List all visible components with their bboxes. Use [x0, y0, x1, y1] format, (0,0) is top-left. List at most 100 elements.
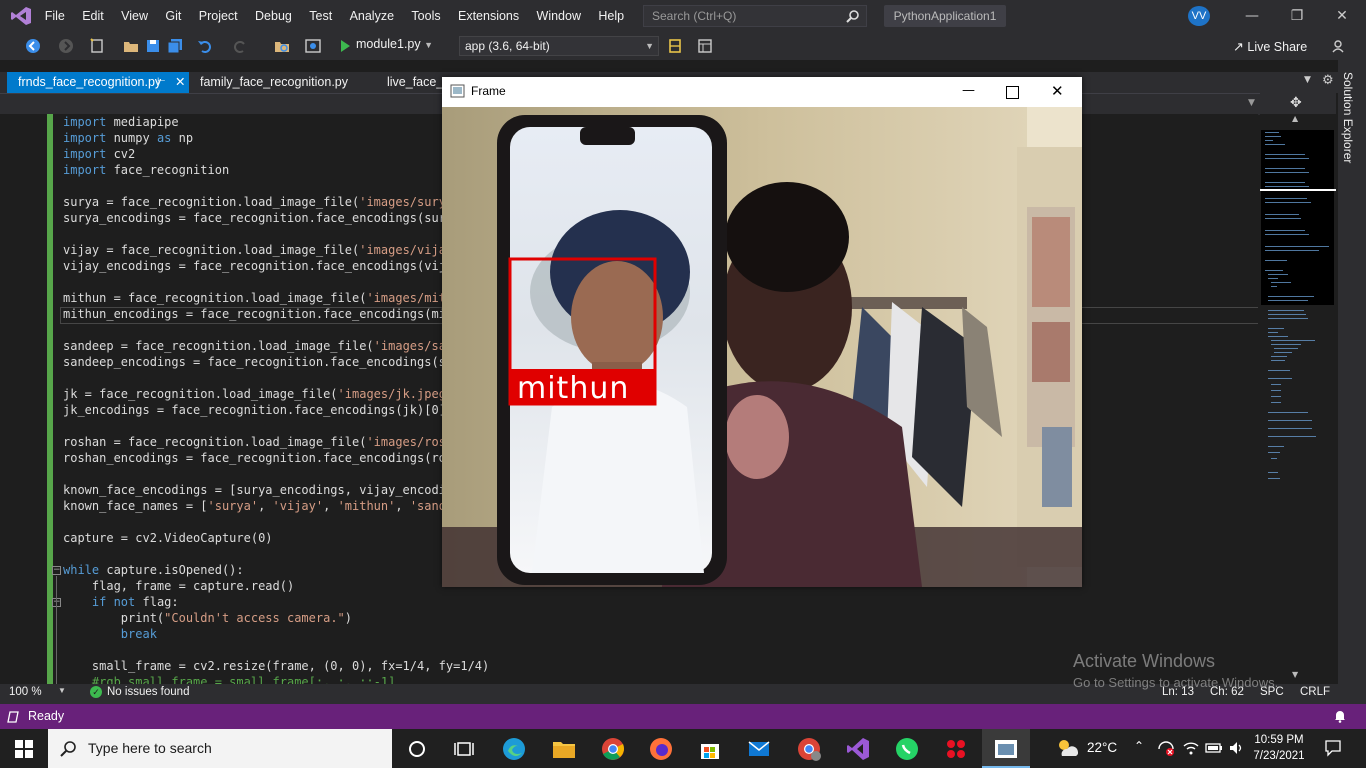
- edge-icon[interactable]: [501, 736, 527, 762]
- firefox-icon[interactable]: [648, 736, 674, 762]
- layout-icon[interactable]: [697, 38, 713, 54]
- webcam-image: mithun: [442, 107, 1082, 587]
- tab-family-face-recognition[interactable]: family_face_recognition.py: [189, 72, 349, 93]
- code-line: while capture.isOpened():: [63, 563, 244, 577]
- feedback-icon[interactable]: [1330, 38, 1346, 54]
- minimize-icon[interactable]: —: [1240, 6, 1264, 26]
- visual-studio-logo-icon[interactable]: [10, 6, 32, 26]
- find-in-files-icon[interactable]: [273, 37, 291, 55]
- taskbar-search-placeholder: Type here to search: [88, 740, 212, 756]
- menu-project[interactable]: Project: [190, 9, 246, 23]
- chevron-down-icon[interactable]: ▼: [58, 686, 66, 695]
- forward-icon[interactable]: [57, 37, 75, 55]
- search-icon: [846, 10, 859, 23]
- show-hidden-icons-icon[interactable]: ⌃: [1134, 739, 1144, 753]
- save-all-icon[interactable]: [166, 37, 184, 55]
- code-line: import mediapipe: [63, 115, 179, 129]
- activate-subtitle: Go to Settings to activate Windows.: [1073, 675, 1279, 690]
- menu-git[interactable]: Git: [157, 9, 190, 23]
- system-clock[interactable]: 10:59 PM 7/23/2021: [1247, 732, 1311, 764]
- start-icon[interactable]: [336, 37, 354, 55]
- chevron-down-icon[interactable]: ▼: [1248, 98, 1255, 108]
- close-tab-icon[interactable]: ✕: [175, 72, 185, 92]
- close-icon[interactable]: ✕: [1330, 6, 1354, 26]
- frame-minimize-icon[interactable]: —: [962, 83, 975, 98]
- frame-window-title: Frame: [471, 84, 506, 98]
- file-explorer-icon[interactable]: [551, 736, 577, 762]
- menu-file[interactable]: File: [36, 9, 74, 23]
- weather-icon[interactable]: [1055, 737, 1081, 759]
- notifications-icon[interactable]: [1333, 709, 1347, 723]
- menu-test[interactable]: Test: [301, 9, 341, 23]
- open-folder-icon[interactable]: [122, 37, 140, 55]
- code-line: surya_encodings = face_recognition.face_…: [63, 211, 454, 225]
- whatsapp-icon[interactable]: [894, 736, 920, 762]
- code-line: jk = face_recognition.load_image_file('i…: [63, 387, 454, 401]
- save-icon[interactable]: [144, 37, 162, 55]
- extension-icon[interactable]: [667, 38, 683, 54]
- menu-analyze[interactable]: Analyze: [341, 9, 403, 23]
- collapse-icon[interactable]: −: [52, 566, 61, 575]
- frame-window-taskbar-icon[interactable]: [993, 736, 1019, 762]
- microsoft-store-icon[interactable]: [697, 736, 723, 762]
- settings-icon[interactable]: ⚙: [1322, 73, 1334, 88]
- menu-window[interactable]: Window: [528, 9, 590, 23]
- user-avatar[interactable]: VV: [1188, 6, 1210, 26]
- chrome-profile-icon[interactable]: [796, 736, 822, 762]
- redo-icon[interactable]: [231, 37, 249, 55]
- task-view-icon[interactable]: [451, 736, 477, 762]
- scroll-down-icon[interactable]: ▼: [1292, 670, 1298, 679]
- cortana-icon[interactable]: [404, 736, 430, 762]
- solution-explorer-tab[interactable]: Solution Explorer: [1341, 72, 1355, 163]
- browser-icon[interactable]: [304, 37, 322, 55]
- undo-icon[interactable]: [196, 37, 214, 55]
- tab-list-dropdown-icon[interactable]: ▼: [1304, 75, 1311, 85]
- windows-start-icon[interactable]: [15, 740, 33, 758]
- startup-item-label: module1.py: [356, 37, 421, 51]
- tab-frnds-face-recognition[interactable]: frnds_face_recognition.py ⊢ ✕: [7, 72, 189, 93]
- code-line: import numpy as np: [63, 131, 194, 145]
- zoom-level[interactable]: 100 %: [9, 686, 42, 698]
- menu-tools[interactable]: Tools: [403, 9, 450, 23]
- frame-close-icon[interactable]: ✕: [1051, 82, 1064, 100]
- chrome-icon[interactable]: [600, 736, 626, 762]
- new-project-icon[interactable]: [88, 37, 106, 55]
- activate-windows-watermark: Activate Windows Go to Settings to activ…: [1073, 651, 1278, 690]
- pin-icon[interactable]: ⊢: [157, 72, 166, 92]
- issues-status[interactable]: No issues found: [107, 686, 189, 698]
- wifi-icon[interactable]: [1183, 740, 1199, 756]
- network-offline-icon[interactable]: [1157, 740, 1175, 756]
- weather-temperature[interactable]: 22°C: [1087, 740, 1117, 755]
- app-grid-icon[interactable]: [943, 736, 969, 762]
- visual-studio-taskbar-icon[interactable]: [845, 736, 871, 762]
- tab-live-face-recognition[interactable]: live_face_r: [376, 72, 448, 93]
- split-icon[interactable]: ✥: [1290, 95, 1302, 111]
- taskbar-search-box[interactable]: Type here to search: [48, 729, 392, 768]
- menu-help[interactable]: Help: [590, 9, 633, 23]
- live-share-button[interactable]: ↗ Live Share: [1233, 39, 1307, 55]
- battery-icon[interactable]: [1205, 741, 1223, 755]
- code-lines: import mediapipe import numpy as np import…: [63, 114, 489, 684]
- code-line: surya = face_recognition.load_image_file…: [63, 195, 454, 209]
- line-ending[interactable]: CRLF: [1300, 686, 1330, 698]
- python-environment-select[interactable]: app (3.6, 64-bit) ▼: [459, 36, 659, 56]
- opencv-frame-window[interactable]: Frame — ✕ mithun: [442, 77, 1082, 587]
- menu-view[interactable]: View: [112, 9, 156, 23]
- restore-icon[interactable]: ❐: [1285, 6, 1309, 26]
- search-input[interactable]: Search (Ctrl+Q): [643, 5, 867, 27]
- startup-item-select[interactable]: module1.py ▼: [356, 37, 433, 55]
- action-center-icon[interactable]: [1324, 739, 1342, 757]
- tab-label: live_face_r: [387, 75, 448, 89]
- frame-maximize-icon[interactable]: [1006, 86, 1019, 99]
- volume-icon[interactable]: [1228, 740, 1244, 756]
- menu-debug[interactable]: Debug: [246, 9, 300, 23]
- scroll-up-icon[interactable]: ▲: [1292, 114, 1298, 123]
- output-icon[interactable]: [6, 710, 20, 724]
- back-icon[interactable]: [24, 37, 42, 55]
- menu-edit[interactable]: Edit: [74, 9, 113, 23]
- code-line: if not flag:: [91, 595, 179, 609]
- menu-extensions[interactable]: Extensions: [449, 9, 528, 23]
- mail-icon[interactable]: [746, 736, 772, 762]
